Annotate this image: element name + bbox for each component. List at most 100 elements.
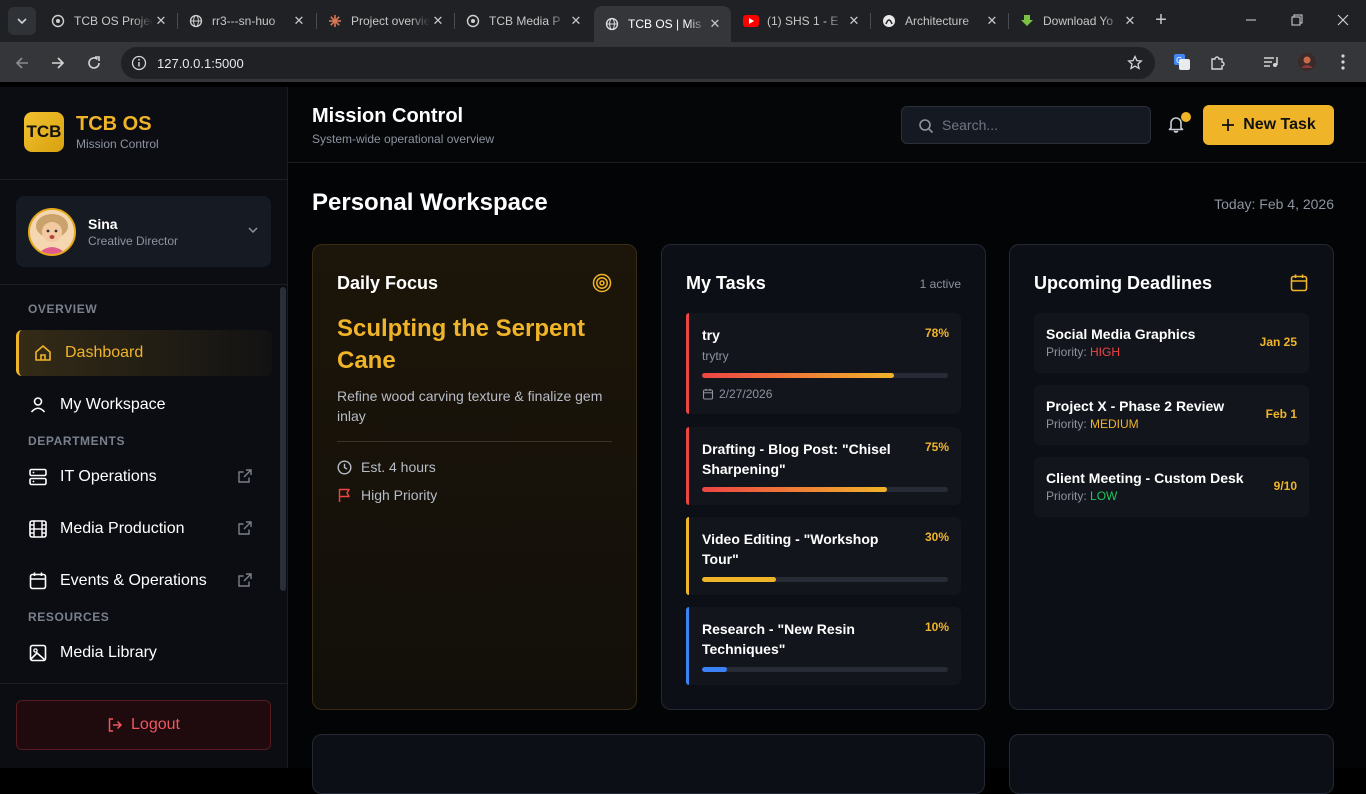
deadline-priority: Priority: HIGH	[1046, 345, 1120, 359]
browser-tab[interactable]: Architecture ✕	[871, 6, 1008, 36]
image-icon	[28, 643, 48, 663]
minimize-button[interactable]	[1228, 0, 1274, 40]
section-label-departments: DEPARTMENTS	[28, 434, 126, 448]
minimize-icon	[1246, 19, 1256, 21]
globe-icon	[188, 13, 204, 29]
reload-icon	[88, 56, 100, 69]
workspace-date: Today: Feb 4, 2026	[1214, 196, 1334, 212]
browser-tab-bar: TCB OS Project ✕ rr3---sn-huo ✕ Project …	[0, 0, 1366, 42]
arrow-left-icon	[15, 57, 28, 69]
close-icon[interactable]: ✕	[291, 13, 307, 29]
new-task-label: New Task	[1243, 116, 1316, 133]
close-icon[interactable]: ✕	[568, 13, 584, 29]
external-link-icon[interactable]	[238, 573, 252, 587]
task-note: trytry	[702, 349, 729, 363]
sidebar: TCB TCB OS Mission Control Sina Creative…	[0, 87, 288, 768]
close-icon[interactable]: ✕	[1122, 13, 1138, 29]
youtube-icon	[743, 13, 759, 29]
close-icon[interactable]: ✕	[153, 13, 169, 29]
close-icon[interactable]: ✕	[430, 13, 446, 29]
browser-tab[interactable]: rr3---sn-huo ✕	[178, 6, 315, 36]
deadline-item[interactable]: Project X - Phase 2 Review Priority: MED…	[1034, 385, 1309, 445]
restore-button[interactable]	[1274, 0, 1320, 40]
download-icon	[1019, 13, 1035, 29]
browser-tab[interactable]: TCB Media P ✕	[455, 6, 592, 36]
task-name: Research - "New Resin Techniques"	[702, 621, 855, 657]
deadline-name: Social Media Graphics	[1046, 326, 1196, 342]
daily-focus-card[interactable]: Daily Focus Sculpting the Serpent Cane R…	[312, 244, 637, 710]
translate-extension-icon[interactable]: G	[1172, 52, 1192, 72]
tab-title: Download Yo	[1043, 14, 1114, 28]
sidebar-item-it-operations[interactable]: IT Operations	[16, 454, 272, 500]
external-link-icon[interactable]	[238, 469, 252, 483]
sidebar-item-media-production[interactable]: Media Production	[16, 506, 272, 552]
sidebar-item-media-library[interactable]: Media Library	[16, 630, 272, 676]
task-percent: 10%	[924, 620, 949, 634]
deadline-item[interactable]: Social Media Graphics Priority: HIGH Jan…	[1034, 313, 1309, 373]
upcoming-deadlines-card: Upcoming Deadlines Social Media Graphics…	[1009, 244, 1334, 710]
flag-icon	[337, 488, 352, 503]
task-item[interactable]: Drafting - Blog Post: "Chisel Sharpening…	[686, 427, 961, 505]
focus-headline: Sculpting the Serpent Cane	[337, 315, 586, 374]
browser-tab[interactable]: Project overvie ✕	[317, 6, 454, 36]
deadline-date: Jan 25	[1259, 335, 1297, 349]
task-date-text: 2/27/2026	[719, 387, 773, 401]
card-title: My Tasks	[686, 273, 766, 293]
logout-icon	[107, 717, 123, 733]
task-item[interactable]: Video Editing - "Workshop Tour" 30%	[686, 517, 961, 595]
info-icon[interactable]	[131, 55, 147, 71]
sidebar-scrollbar[interactable]	[280, 287, 286, 591]
puzzle-extensions-icon[interactable]	[1208, 52, 1228, 72]
chevron-down-icon[interactable]	[247, 224, 259, 236]
task-item[interactable]: Research - "New Resin Techniques" 10%	[686, 607, 961, 685]
app-root: TCB TCB OS Mission Control Sina Creative…	[0, 87, 1366, 794]
browser-tab[interactable]: Download Yo ✕	[1009, 6, 1146, 36]
external-link-icon[interactable]	[238, 521, 252, 535]
bookmark-star-icon[interactable]	[1127, 55, 1143, 71]
new-tab-button[interactable]: +	[1150, 9, 1172, 31]
brand[interactable]: TCB TCB OS Mission Control	[24, 112, 159, 152]
task-progress-track	[702, 577, 948, 582]
sidebar-item-events-operations[interactable]: Events & Operations	[16, 558, 272, 604]
sidebar-item-label: Media Production	[60, 520, 185, 537]
logout-label: Logout	[131, 716, 180, 733]
lower-card	[312, 734, 985, 794]
forward-button[interactable]	[45, 50, 71, 76]
section-label-resources: RESOURCES	[28, 610, 110, 624]
task-item[interactable]: try 78% trytry 2/27/2026	[686, 313, 961, 414]
search-input[interactable]	[942, 115, 1142, 135]
close-icon[interactable]: ✕	[984, 13, 1000, 29]
sidebar-item-label: IT Operations	[60, 468, 157, 485]
task-progress-track	[702, 487, 948, 492]
browser-tab[interactable]: (1) SHS 1 - E ✕	[733, 6, 870, 36]
card-title: Daily Focus	[337, 273, 439, 293]
browser-tab-active[interactable]: TCB OS | Mis ✕	[594, 6, 731, 42]
tab-search-button[interactable]	[8, 7, 36, 35]
browser-tab[interactable]: TCB OS Project ✕	[40, 6, 177, 36]
close-icon[interactable]: ✕	[846, 13, 862, 29]
sidebar-item-my-workspace[interactable]: My Workspace	[16, 382, 272, 428]
back-button[interactable]	[9, 50, 35, 76]
task-name: try	[702, 327, 720, 343]
profile-avatar-icon[interactable]	[1297, 52, 1317, 72]
browser-menu-button[interactable]	[1333, 52, 1353, 72]
media-controls-icon[interactable]	[1261, 52, 1281, 72]
browser-toolbar: 127.0.0.1:5000 G	[0, 42, 1366, 82]
close-window-button[interactable]	[1320, 0, 1366, 40]
close-icon[interactable]: ✕	[707, 16, 723, 32]
section-label-overview: OVERVIEW	[28, 302, 98, 316]
address-bar[interactable]: 127.0.0.1:5000	[121, 47, 1155, 79]
url-text[interactable]: 127.0.0.1:5000	[157, 56, 244, 71]
search-box[interactable]	[901, 106, 1151, 144]
sidebar-item-dashboard[interactable]: Dashboard	[16, 330, 272, 376]
task-progress-track	[702, 667, 948, 672]
arrow-right-icon	[52, 57, 65, 69]
deadline-item[interactable]: Client Meeting - Custom Desk Priority: L…	[1034, 457, 1309, 517]
reload-button[interactable]	[81, 50, 107, 76]
new-task-button[interactable]: New Task	[1203, 105, 1334, 145]
logout-button[interactable]: Logout	[16, 700, 271, 750]
task-percent: 78%	[924, 326, 949, 340]
brand-name: TCB OS	[76, 113, 152, 135]
divider	[337, 441, 612, 442]
profile-card[interactable]: Sina Creative Director	[16, 196, 271, 267]
